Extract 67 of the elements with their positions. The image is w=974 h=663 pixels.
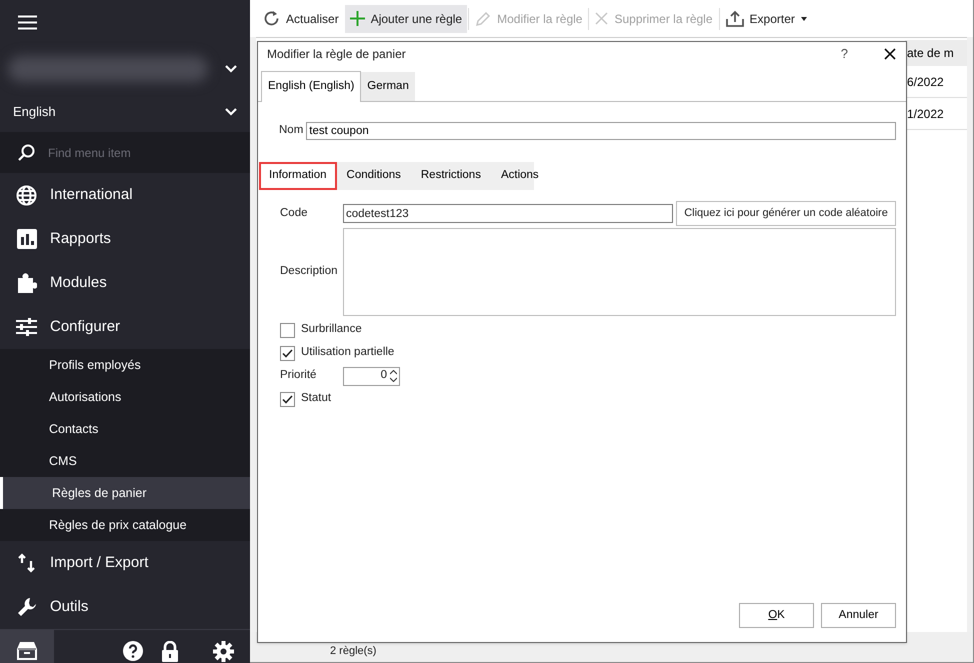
menu-icon xyxy=(18,15,37,30)
bar-chart-icon xyxy=(16,229,36,249)
section-tab[interactable]: Conditions xyxy=(336,162,411,190)
menu-item[interactable]: Outils xyxy=(0,585,250,629)
close-icon xyxy=(884,48,896,60)
submenu-item[interactable]: Règles de prix catalogue xyxy=(0,509,250,541)
language-selector[interactable]: English xyxy=(0,92,250,132)
menu-item[interactable]: International xyxy=(0,173,250,217)
upload-icon xyxy=(726,10,744,27)
dialog-title: Modifier la règle de panier xyxy=(267,46,406,63)
sliders-icon xyxy=(16,318,37,336)
checkbox-label: Statut xyxy=(301,391,332,406)
toolbar-button[interactable]: Exporter xyxy=(720,4,812,32)
checkbox[interactable] xyxy=(280,392,295,406)
globe-icon xyxy=(16,184,37,206)
submenu-item[interactable]: Autorisations xyxy=(0,381,250,413)
checkmark-icon xyxy=(282,394,293,404)
chevron-down-icon xyxy=(224,64,238,74)
checkbox-label: Surbrillance xyxy=(301,322,362,338)
menu-item[interactable]: Rapports xyxy=(0,217,250,261)
section-tab[interactable]: Actions xyxy=(490,162,549,190)
field-label: Description xyxy=(280,264,339,280)
menu-item[interactable]: Modules xyxy=(0,261,250,305)
toolbar-button[interactable]: Actualiser xyxy=(258,4,344,32)
toolbar-button[interactable]: Ajouter une règle xyxy=(344,4,468,32)
up-down-arrows-icon xyxy=(16,553,36,573)
puzzle-icon xyxy=(16,272,36,294)
checkmark-icon xyxy=(282,348,293,358)
help-button[interactable]: ? xyxy=(840,44,848,64)
submenu-item[interactable]: Profils employés xyxy=(0,349,250,381)
wrench-icon xyxy=(16,597,36,617)
checkbox-label: Utilisation partielle xyxy=(301,345,394,360)
section-tab[interactable]: Restrictions xyxy=(410,162,491,190)
field-label: Code xyxy=(280,206,308,221)
description-field[interactable] xyxy=(343,228,896,316)
status-text: 2 règle(s) xyxy=(330,644,376,658)
pencil-icon xyxy=(475,10,492,26)
generate-code-button[interactable]: Cliquez ici pour générer un code aléatoire xyxy=(676,201,896,226)
submenu-item[interactable]: Règles de panier xyxy=(0,477,250,509)
checkbox[interactable] xyxy=(280,322,295,338)
plus-icon xyxy=(350,11,365,26)
column-header: ate de m xyxy=(905,40,967,66)
dialog-button[interactable]: Annuler xyxy=(821,603,896,628)
menu-item[interactable]: Import / Export xyxy=(0,541,250,585)
submenu-item[interactable]: CMS xyxy=(0,445,250,477)
dialog-button[interactable]: OK xyxy=(739,603,814,628)
chevron-down-icon xyxy=(224,107,238,117)
search-icon xyxy=(18,144,35,161)
footer-button[interactable] xyxy=(0,630,54,663)
search-field[interactable]: Find menu item xyxy=(0,132,250,173)
caret-icon xyxy=(800,16,807,20)
language-tab[interactable]: German xyxy=(361,72,415,101)
code-field[interactable]: codetest123 xyxy=(343,204,673,223)
spinner-arrows-icon xyxy=(390,370,397,382)
field-label: Nom xyxy=(279,123,304,138)
section-tab[interactable]: Information xyxy=(259,162,337,190)
language-tab[interactable]: English (English) xyxy=(261,71,362,102)
close-button[interactable] xyxy=(882,46,898,62)
name-field[interactable]: test coupon xyxy=(306,122,896,140)
x-icon xyxy=(595,12,608,25)
submenu-item[interactable]: Contacts xyxy=(0,413,250,445)
checkbox[interactable] xyxy=(280,346,295,360)
refresh-icon xyxy=(263,10,280,27)
number-spinner[interactable]: 0 xyxy=(343,366,400,386)
field-label: Priorité xyxy=(280,368,318,384)
inbox-icon xyxy=(17,642,37,660)
menu-item[interactable]: Configurer xyxy=(0,305,250,349)
